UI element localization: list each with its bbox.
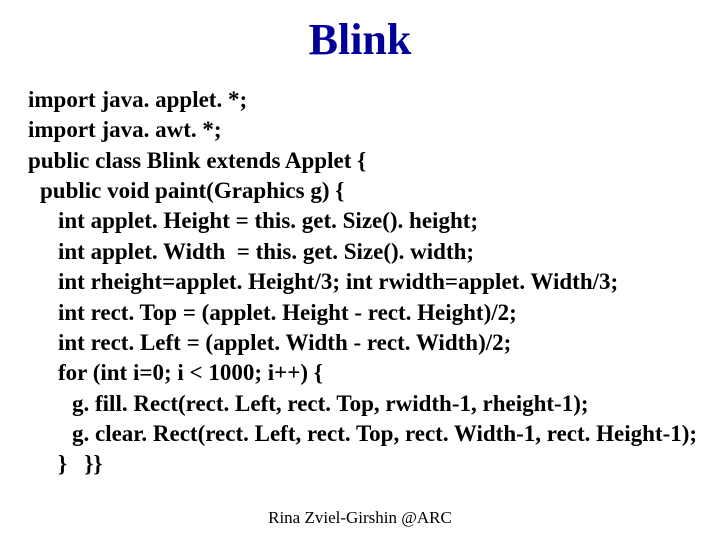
code-line: int rect. Top = (applet. Height - rect. … (28, 298, 692, 328)
code-line: import java. applet. *; (28, 85, 692, 115)
code-line: int rect. Left = (applet. Width - rect. … (28, 328, 692, 358)
code-line: g. clear. Rect(rect. Left, rect. Top, re… (28, 419, 692, 449)
code-line: int rheight=applet. Height/3; int rwidth… (28, 267, 692, 297)
slide-title: Blink (28, 14, 692, 65)
code-line: int applet. Width = this. get. Size(). w… (28, 237, 692, 267)
code-line: import java. awt. *; (28, 115, 692, 145)
code-line: } }} (28, 449, 692, 479)
code-line: for (int i=0; i < 1000; i++) { (28, 358, 692, 388)
slide: Blink import java. applet. *; import jav… (0, 0, 720, 540)
code-line: public class Blink extends Applet { (28, 146, 692, 176)
code-line: int applet. Height = this. get. Size(). … (28, 206, 692, 236)
code-block: import java. applet. *; import java. awt… (28, 85, 692, 480)
code-line: g. fill. Rect(rect. Left, rect. Top, rwi… (28, 389, 692, 419)
code-line: public void paint(Graphics g) { (28, 176, 692, 206)
slide-footer: Rina Zviel-Girshin @ARC (0, 508, 720, 528)
